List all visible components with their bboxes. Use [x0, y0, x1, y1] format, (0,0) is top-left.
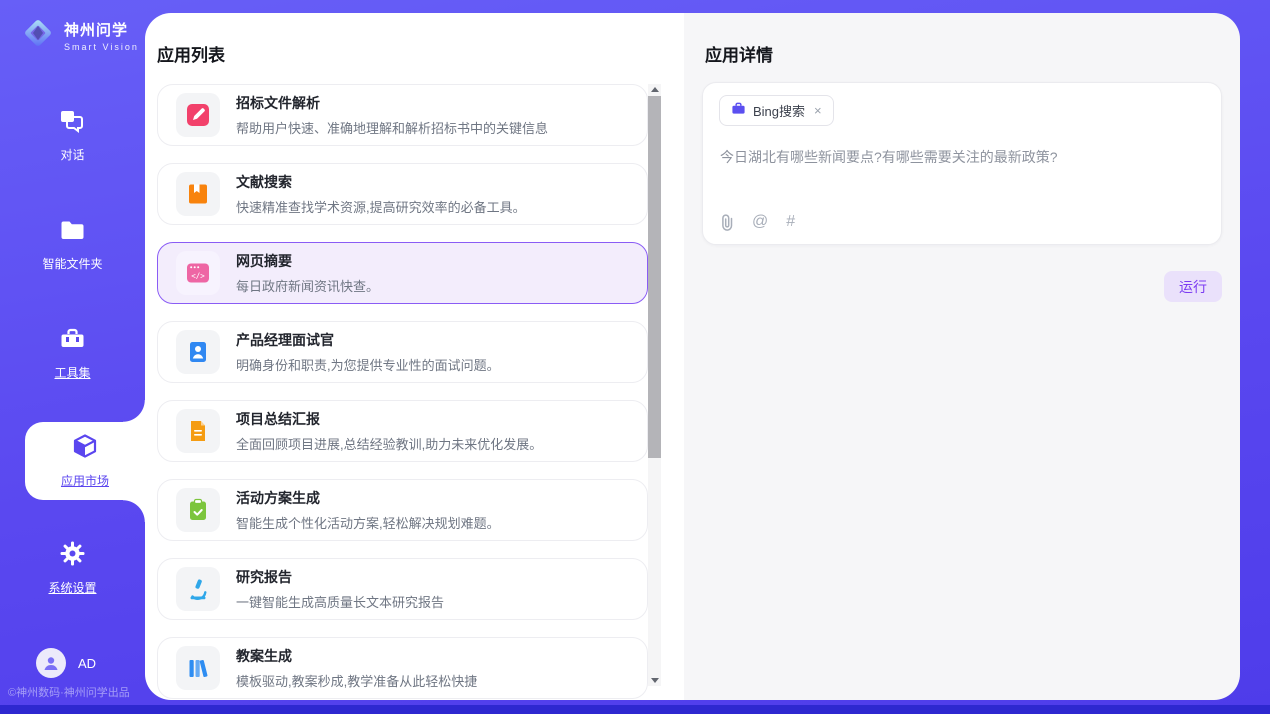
note-icon [176, 409, 220, 453]
microscope-icon [176, 567, 220, 611]
app-detail-panel: 应用详情 Bing搜索 × 今日湖北有哪些新闻要点?有哪些需要关注的最新政策? [684, 13, 1240, 700]
web-code-icon: </> [176, 251, 220, 295]
app-list-panel: 应用列表 招标文件解析 帮助用户快速、准确地理解和解析招标书中的关键信息 [145, 13, 684, 700]
app-card-description: 快速精准查找学术资源,提高研究效率的必备工具。 [236, 197, 526, 216]
app-card-pm-interviewer[interactable]: 产品经理面试官 明确身份和职责,为您提供专业性的面试问题。 [157, 321, 648, 383]
app-card-event-plan[interactable]: 活动方案生成 智能生成个性化活动方案,轻松解决规划难题。 [157, 479, 648, 541]
triangle-down-icon [651, 678, 659, 683]
app-card-web-summary[interactable]: </> 网页摘要 每日政府新闻资讯快查。 [157, 242, 648, 304]
app-detail-card: Bing搜索 × 今日湖北有哪些新闻要点?有哪些需要关注的最新政策? @ # [702, 82, 1222, 245]
interview-icon [176, 330, 220, 374]
sidebar-item-label: 应用市场 [61, 472, 109, 489]
clipboard-check-icon [176, 488, 220, 532]
sidebar-item-settings[interactable]: 系统设置 [0, 540, 145, 596]
folder-icon [59, 218, 86, 248]
books-icon [176, 646, 220, 690]
pen-square-icon [176, 93, 220, 137]
sidebar-item-app-market[interactable]: 应用市场 [25, 422, 145, 500]
cube-icon [71, 433, 99, 466]
sidebar: 神州问学 Smart Vision 对话 智能文件夹 [0, 0, 145, 714]
scrollbar-thumb[interactable] [648, 96, 661, 458]
app-card-description: 一键智能生成高质量长文本研究报告 [236, 592, 444, 611]
input-toolbar: @ # [720, 213, 795, 231]
copyright-text: ©神州数码·神州问学出品 [8, 684, 130, 700]
app-card-name: 活动方案生成 [236, 488, 500, 508]
sidebar-item-smart-folder[interactable]: 智能文件夹 [0, 218, 145, 272]
app-card-research-report[interactable]: 研究报告 一键智能生成高质量长文本研究报告 [157, 558, 648, 620]
hash-icon[interactable]: # [786, 213, 795, 231]
app-card-description: 全面回顾项目进展,总结经验教训,助力未来优化发展。 [236, 434, 542, 453]
mention-icon[interactable]: @ [752, 213, 768, 231]
app-card-lesson-plan[interactable]: 教案生成 模板驱动,教案秒成,教学准备从此轻松快捷 [157, 637, 648, 699]
app-card-name: 研究报告 [236, 567, 444, 587]
scroll-up-button[interactable] [648, 84, 661, 95]
question-input[interactable]: 今日湖北有哪些新闻要点?有哪些需要关注的最新政策? [720, 147, 1204, 168]
tool-tag-label: Bing搜索 [753, 101, 805, 120]
svg-text:</>: </> [191, 271, 205, 280]
sidebar-item-label: 智能文件夹 [42, 255, 102, 272]
close-icon[interactable]: × [814, 104, 822, 117]
app-card-name: 项目总结汇报 [236, 409, 542, 429]
avatar [36, 648, 66, 678]
app-card-description: 帮助用户快速、准确地理解和解析招标书中的关键信息 [236, 118, 548, 137]
scroll-down-button[interactable] [648, 675, 661, 686]
sidebar-item-label: 工具集 [54, 364, 90, 381]
brand-logo: 神州问学 Smart Vision [20, 15, 139, 56]
app-card-name: 产品经理面试官 [236, 330, 500, 350]
chat-icon [59, 108, 86, 139]
app-card-description: 智能生成个性化活动方案,轻松解决规划难题。 [236, 513, 500, 532]
tool-tag-bing-search[interactable]: Bing搜索 × [719, 95, 834, 126]
sidebar-item-toolset[interactable]: 工具集 [0, 326, 145, 381]
list-scrollbar[interactable] [648, 84, 661, 686]
diamond-logo-icon [20, 15, 56, 56]
gear-icon [59, 540, 86, 572]
briefcase-icon [731, 101, 746, 121]
triangle-up-icon [651, 87, 659, 92]
app-card-name: 教案生成 [236, 646, 477, 666]
brand-subtitle: Smart Vision [64, 42, 139, 52]
app-card-name: 网页摘要 [236, 251, 379, 271]
app-detail-title: 应用详情 [705, 41, 773, 66]
app-card-name: 招标文件解析 [236, 93, 548, 113]
app-card-description: 模板驱动,教案秒成,教学准备从此轻松快捷 [236, 671, 477, 690]
user-account[interactable]: AD [36, 648, 96, 678]
app-card-name: 文献搜索 [236, 172, 526, 192]
app-card-project-summary[interactable]: 项目总结汇报 全面回顾项目进展,总结经验教训,助力未来优化发展。 [157, 400, 648, 462]
brand-name: 神州问学 [64, 19, 139, 40]
app-list: 招标文件解析 帮助用户快速、准确地理解和解析招标书中的关键信息 文献搜索 快速精… [157, 84, 648, 700]
user-name: AD [78, 656, 96, 671]
app-card-description: 每日政府新闻资讯快查。 [236, 276, 379, 295]
app-list-title: 应用列表 [157, 41, 225, 66]
paperclip-icon[interactable] [720, 214, 734, 231]
app-card-bid-analysis[interactable]: 招标文件解析 帮助用户快速、准确地理解和解析招标书中的关键信息 [157, 84, 648, 146]
app-card-literature-search[interactable]: 文献搜索 快速精准查找学术资源,提高研究效率的必备工具。 [157, 163, 648, 225]
sidebar-item-chat[interactable]: 对话 [0, 108, 145, 163]
run-button[interactable]: 运行 [1164, 271, 1222, 302]
sidebar-item-label: 对话 [60, 146, 84, 163]
main-window: 应用列表 招标文件解析 帮助用户快速、准确地理解和解析招标书中的关键信息 [145, 13, 1240, 700]
app-card-description: 明确身份和职责,为您提供专业性的面试问题。 [236, 355, 500, 374]
toolbox-icon [59, 326, 86, 357]
sidebar-item-label: 系统设置 [48, 579, 96, 596]
bottom-strip [0, 705, 1270, 714]
book-icon [176, 172, 220, 216]
